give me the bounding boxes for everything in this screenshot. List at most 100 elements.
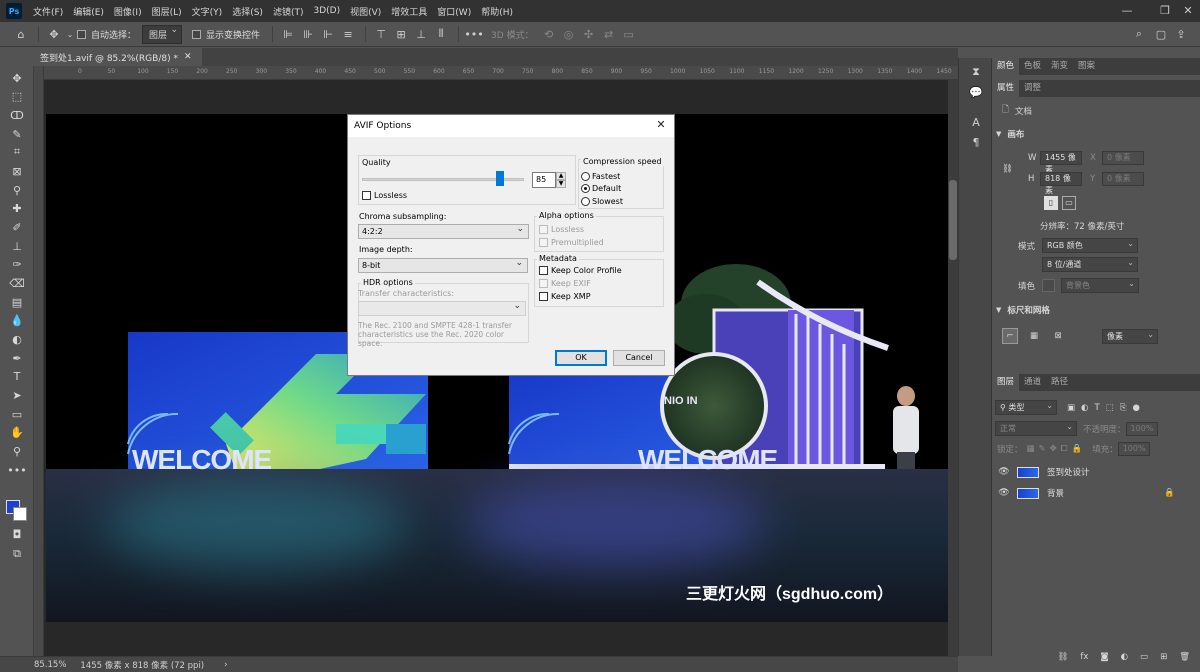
menu-image[interactable]: 图像(I) (109, 5, 147, 18)
lossless-checkbox[interactable] (362, 191, 371, 200)
tab-paths[interactable]: 路径 (1046, 374, 1073, 391)
auto-select-checkbox[interactable] (77, 29, 86, 39)
close-tab-icon[interactable]: ✕ (184, 52, 192, 62)
crop-tool-icon[interactable]: ⌗ (8, 144, 26, 160)
tab-color[interactable]: 颜色 (992, 58, 1020, 75)
close-icon[interactable]: ✕ (654, 118, 668, 132)
document-info[interactable]: 1455 像素 x 818 像素 (72 ppi) (80, 659, 204, 671)
menu-plugins[interactable]: 增效工具 (386, 5, 432, 18)
tab-adjustments[interactable]: 调整 (1019, 80, 1046, 97)
close-window-icon[interactable]: ✕ (1168, 2, 1200, 20)
lock-transparent-icon[interactable]: ▦ (1027, 444, 1035, 454)
frame-tool-icon[interactable]: ⊠ (8, 163, 26, 179)
new-group-icon[interactable]: ▭ (1140, 652, 1148, 662)
align-top-icon[interactable]: ⊤ (372, 25, 390, 43)
document-tab[interactable]: 签到处1.avif @ 85.2%(RGB/8) * ✕ (34, 48, 202, 66)
keep-color-profile-checkbox[interactable] (539, 266, 548, 275)
share-icon[interactable]: ⇪ (1172, 25, 1190, 43)
edit-toolbar-icon[interactable]: ••• (7, 462, 26, 478)
move-tool-icon[interactable]: ✥ (45, 25, 63, 43)
zoom-level[interactable]: 85.15% (34, 660, 66, 670)
layer-style-icon[interactable]: fx (1080, 652, 1088, 662)
ruler-unit-dropdown[interactable]: 像素 (1102, 328, 1158, 344)
fill-dropdown[interactable]: 背景色 (1061, 277, 1139, 293)
ruler-toggle-icon[interactable]: ⌐ (1002, 328, 1018, 344)
fill-swatch[interactable] (1042, 279, 1055, 292)
tab-layers[interactable]: 图层 (992, 374, 1020, 391)
compression-default-radio[interactable] (581, 184, 590, 193)
orbit-3d-icon[interactable]: ⟲ (540, 25, 558, 43)
rulers-grids-section[interactable]: ▼ 标尺和网格 (992, 304, 1200, 316)
lock-image-icon[interactable]: ✎ (1039, 444, 1046, 454)
tab-properties[interactable]: 属性 (992, 80, 1020, 97)
more-options-icon[interactable]: ••• (464, 25, 483, 43)
menu-file[interactable]: 文件(F) (28, 5, 68, 18)
show-transform-option[interactable]: 显示变换控件 (192, 28, 260, 41)
eyedropper-tool-icon[interactable]: ⚲ (8, 182, 26, 198)
quality-down-icon[interactable]: ▼ (556, 180, 566, 188)
search-icon[interactable]: ⌕ (1130, 25, 1148, 43)
quick-mask-icon[interactable]: ◘ (8, 526, 26, 542)
quality-slider-thumb[interactable] (495, 171, 504, 186)
width-field[interactable]: 1455 像素 (1040, 151, 1082, 174)
zoom-tool-icon[interactable]: ⚲ (8, 443, 26, 459)
home-icon[interactable]: ⌂ (12, 25, 30, 43)
minimize-icon[interactable]: — (1107, 2, 1147, 20)
layer-row[interactable]: 👁 背景 🔒 (992, 483, 1200, 503)
compression-fastest-radio[interactable] (581, 172, 590, 181)
status-menu-chevron-icon[interactable]: › (224, 660, 227, 670)
compression-slowest-radio[interactable] (581, 197, 590, 206)
grid-icon[interactable]: ▦ (1026, 331, 1042, 341)
lock-position-icon[interactable]: ✥ (1050, 444, 1057, 454)
align-right-icon[interactable]: ⊩ (319, 25, 337, 43)
menu-edit[interactable]: 编辑(E) (68, 5, 109, 18)
canvas-section[interactable]: ▼ 画布 (992, 128, 1200, 140)
history-panel-icon[interactable]: ⧗ (968, 64, 984, 80)
healing-tool-icon[interactable]: ✚ (8, 200, 26, 216)
fill2-field[interactable]: 100% (1117, 442, 1150, 456)
vertical-scrollbar[interactable] (948, 80, 958, 656)
height-field[interactable]: 818 像素 (1040, 172, 1082, 195)
paragraph-panel-icon[interactable]: ¶ (968, 134, 984, 150)
chroma-select[interactable]: 4:2:2 (358, 223, 529, 239)
quick-select-tool-icon[interactable]: ✎ (8, 126, 26, 142)
character-panel-icon[interactable]: A (968, 114, 984, 130)
visibility-eye-icon[interactable]: 👁 (995, 467, 1013, 477)
brush-tool-icon[interactable]: ✐ (8, 219, 26, 235)
tab-swatches[interactable]: 色板 (1019, 58, 1046, 75)
layer-mask-icon[interactable]: ◙ (1100, 652, 1108, 662)
tab-patterns[interactable]: 图案 (1073, 58, 1100, 75)
link-layers-icon[interactable]: ⛓ (1058, 652, 1069, 662)
keep-xmp-checkbox[interactable] (539, 292, 548, 301)
depth-select[interactable]: 8-bit (358, 257, 528, 273)
quality-up-icon[interactable]: ▲ (556, 172, 566, 180)
filter-shape-icon[interactable]: ⬚ (1106, 403, 1114, 413)
opacity-field[interactable]: 100% (1125, 421, 1158, 436)
screen-mode-icon[interactable]: ⧉ (8, 546, 26, 562)
menu-view[interactable]: 视图(V) (345, 5, 386, 18)
bit-depth-dropdown[interactable]: 8 位/通道 (1042, 256, 1138, 272)
new-layer-icon[interactable]: ⊞ (1160, 652, 1167, 662)
auto-select-option[interactable]: 自动选择： (77, 28, 136, 41)
adjustment-layer-icon[interactable]: ◐ (1121, 652, 1128, 662)
landscape-icon[interactable]: ▭ (1062, 196, 1076, 210)
ok-button[interactable]: OK (555, 350, 607, 366)
menu-filter[interactable]: 滤镜(T) (268, 5, 309, 18)
align-center-icon[interactable]: ⊪ (299, 25, 317, 43)
menu-type[interactable]: 文字(Y) (187, 5, 228, 18)
eraser-tool-icon[interactable]: ⌫ (8, 275, 26, 291)
chevron-down-icon[interactable]: ⌄ (65, 25, 75, 43)
camera-3d-icon[interactable]: ▭ (620, 25, 638, 43)
pen-tool-icon[interactable]: ✒ (8, 350, 26, 366)
type-tool-icon[interactable]: T (8, 368, 26, 384)
layer-kind-dropdown[interactable]: ⚲ 类型 (995, 399, 1057, 415)
menu-layer[interactable]: 图层(L) (147, 5, 187, 18)
hand-tool-icon[interactable]: ✋ (8, 424, 26, 440)
visibility-eye-icon[interactable]: 👁 (995, 488, 1013, 498)
filter-type-icon[interactable]: T (1094, 403, 1099, 413)
collapse-icon[interactable]: ▼ (996, 306, 1001, 314)
portrait-icon[interactable]: ▯ (1044, 196, 1058, 210)
layer-name[interactable]: 签到处设计 (1047, 466, 1090, 478)
layer-name[interactable]: 背景 (1047, 487, 1064, 499)
background-color-swatch[interactable] (13, 507, 27, 521)
